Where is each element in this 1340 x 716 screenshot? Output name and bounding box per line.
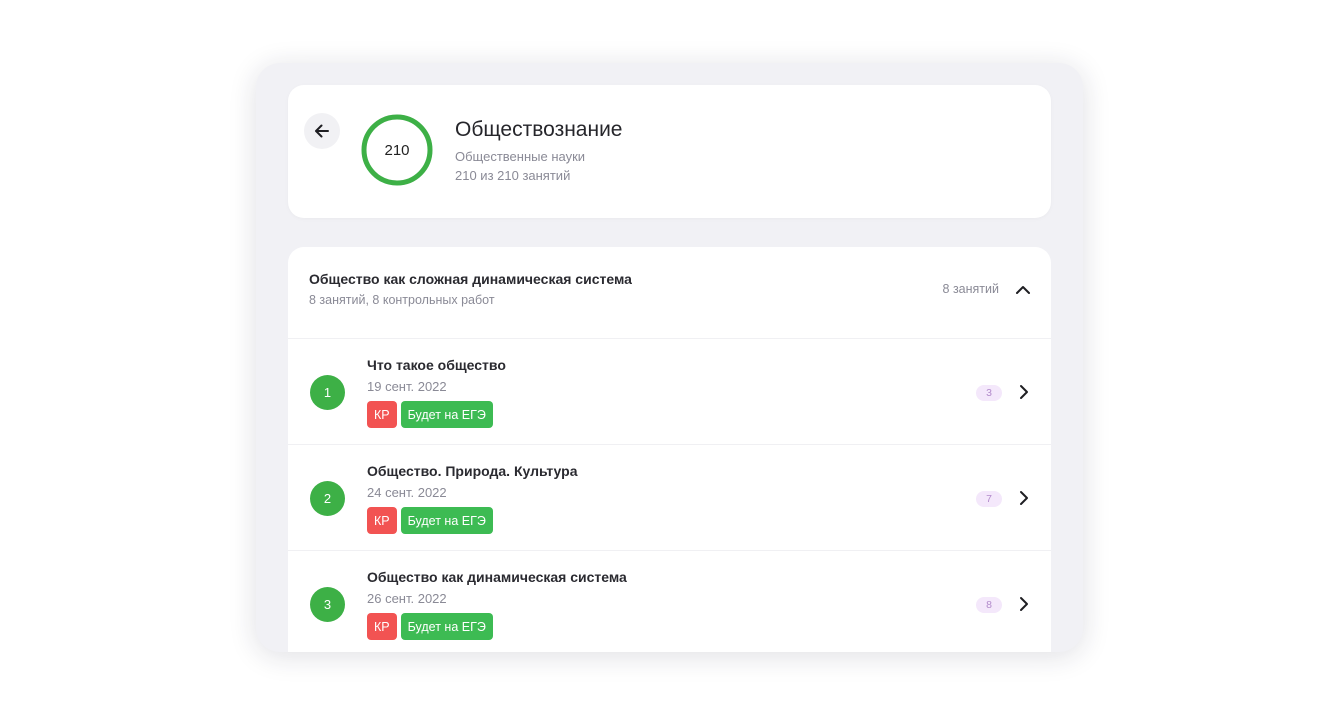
lesson-number: 1: [310, 375, 345, 410]
chevron-right-icon[interactable]: [1015, 594, 1033, 614]
chevron-up-icon[interactable]: [1013, 280, 1033, 300]
lessons-progress-text: 210 из 210 занятий: [455, 168, 571, 183]
lesson-title: Что такое общество: [367, 357, 506, 373]
subject-subtitle: Общественные науки: [455, 149, 586, 164]
subject-header-card: 210 Обществознание Общественные науки 21…: [288, 85, 1051, 218]
arrow-left-icon: [315, 124, 329, 138]
lesson-title: Общество как динамическая система: [367, 569, 627, 585]
tag-ege: Будет на ЕГЭ: [400, 507, 493, 534]
lesson-date: 19 сент. 2022: [367, 379, 447, 394]
lesson-badge: 7: [976, 491, 1002, 507]
section-lesson-count: 8 занятий: [942, 282, 999, 296]
lesson-tags: КР Будет на ЕГЭ: [367, 507, 493, 534]
chevron-right-icon[interactable]: [1015, 488, 1033, 508]
tag-kr: КР: [367, 507, 397, 534]
lesson-tags: КР Будет на ЕГЭ: [367, 613, 493, 640]
lesson-number: 2: [310, 481, 345, 516]
lesson-item[interactable]: 2 Общество. Природа. Культура 24 сент. 2…: [288, 445, 1051, 551]
lesson-item[interactable]: 3 Общество как динамическая система 26 с…: [288, 551, 1051, 652]
app-window: 210 Обществознание Общественные науки 21…: [256, 63, 1083, 652]
page-title: Обществознание: [455, 118, 623, 141]
lesson-badge: 8: [976, 597, 1002, 613]
progress-ring: 210: [360, 113, 434, 187]
lesson-tags: КР Будет на ЕГЭ: [367, 401, 493, 428]
section-header[interactable]: Общество как сложная динамическая систем…: [288, 247, 1051, 339]
lesson-date: 24 сент. 2022: [367, 485, 447, 500]
section-title: Общество как сложная динамическая систем…: [309, 271, 632, 287]
lesson-date: 26 сент. 2022: [367, 591, 447, 606]
lesson-badge: 3: [976, 385, 1002, 401]
progress-value: 210: [384, 141, 410, 159]
tag-kr: КР: [367, 401, 397, 428]
section-subtitle: 8 занятий, 8 контрольных работ: [309, 293, 495, 307]
back-button[interactable]: [304, 113, 340, 149]
chevron-right-icon[interactable]: [1015, 382, 1033, 402]
lesson-title: Общество. Природа. Культура: [367, 463, 578, 479]
tag-ege: Будет на ЕГЭ: [400, 613, 493, 640]
tag-kr: КР: [367, 613, 397, 640]
tag-ege: Будет на ЕГЭ: [400, 401, 493, 428]
section-card: Общество как сложная динамическая систем…: [288, 247, 1051, 652]
lesson-item[interactable]: 1 Что такое общество 19 сент. 2022 КР Бу…: [288, 339, 1051, 445]
lesson-number: 3: [310, 587, 345, 622]
